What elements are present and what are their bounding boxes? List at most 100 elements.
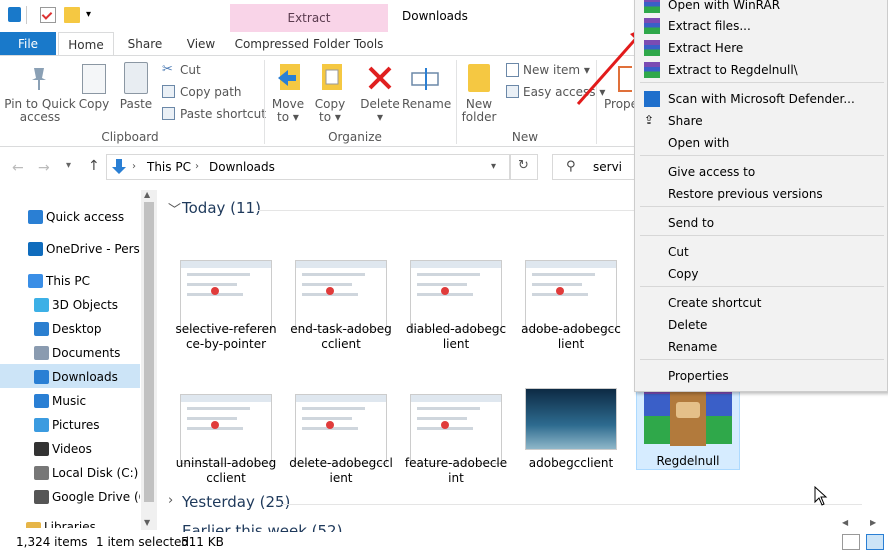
pin-to-quick-access-button[interactable]: Pin to Quick access xyxy=(2,98,78,124)
new-folder-icon[interactable] xyxy=(468,64,490,92)
file-caption[interactable]: feature-adobecle int xyxy=(401,456,511,486)
scissors-icon[interactable]: ✂ xyxy=(162,63,176,77)
file-thumbnail[interactable] xyxy=(525,260,617,330)
breadcrumb-downloads[interactable]: Downloads xyxy=(209,160,275,174)
file-caption-regdelnull[interactable]: Regdelnull xyxy=(633,454,743,469)
group-yesterday[interactable]: Yesterday (25) xyxy=(182,493,290,511)
delete-x-icon[interactable] xyxy=(366,64,394,92)
tab-file[interactable]: File xyxy=(0,32,56,56)
sidebar-item-downloads[interactable]: Downloads xyxy=(0,366,140,388)
rename-button[interactable]: Rename xyxy=(402,98,451,111)
file-thumbnail[interactable] xyxy=(180,260,272,330)
sidebar-item-documents[interactable]: Documents xyxy=(0,342,140,364)
menu-item-copy[interactable]: Copy xyxy=(668,263,698,285)
breadcrumb-chevron-icon[interactable]: › xyxy=(195,161,199,172)
file-caption[interactable]: uninstall-adobeg cclient xyxy=(171,456,281,486)
customize-chevron-icon[interactable]: ▾ xyxy=(86,9,91,20)
new-folder-button[interactable]: New folder xyxy=(458,98,500,124)
down-arrow-icon[interactable] xyxy=(8,7,21,22)
sidebar-item-desktop[interactable]: Desktop xyxy=(0,318,140,340)
search-input[interactable]: servi xyxy=(593,160,622,174)
menu-item-create-shortcut[interactable]: Create shortcut xyxy=(668,292,761,314)
hscroll-right-icon[interactable]: ▶ xyxy=(870,518,876,527)
file-thumbnail[interactable] xyxy=(410,394,502,464)
nav-scroll-thumb[interactable] xyxy=(144,202,154,502)
copy-icon[interactable] xyxy=(82,64,106,94)
forward-arrow-icon[interactable]: → xyxy=(38,160,50,176)
file-thumbnail[interactable] xyxy=(525,388,617,450)
up-arrow-icon[interactable]: ↑ xyxy=(88,158,100,174)
recent-chevron-icon[interactable]: ▾ xyxy=(66,160,71,171)
file-caption[interactable]: adobegcclient xyxy=(516,456,626,471)
properties-check-icon[interactable] xyxy=(40,7,56,23)
sidebar-item-videos[interactable]: Videos xyxy=(0,438,140,460)
menu-item-extract-to[interactable]: Extract to Regdelnull\ xyxy=(668,59,798,81)
winrar-archive-icon[interactable] xyxy=(640,388,736,448)
copy-to-button[interactable]: Copy to ▾ xyxy=(312,98,348,124)
paste-button[interactable]: Paste xyxy=(118,98,154,111)
scroll-down-icon[interactable]: ▼ xyxy=(144,518,150,527)
file-caption[interactable]: delete-adobegccl ient xyxy=(286,456,396,486)
file-thumbnail[interactable] xyxy=(410,260,502,330)
sidebar-item-onedrive[interactable]: OneDrive - Persor xyxy=(0,238,140,260)
pin-icon[interactable] xyxy=(28,64,50,92)
copy-button[interactable]: Copy xyxy=(76,98,112,111)
context-tab-extract[interactable]: Extract xyxy=(230,4,388,32)
file-caption[interactable]: selective-referen ce-by-pointer xyxy=(171,322,281,352)
paste-shortcut-button[interactable]: Paste shortcut xyxy=(180,108,266,121)
group-today[interactable]: Today (11) xyxy=(182,199,261,217)
menu-item-send-to[interactable]: Send to xyxy=(668,212,714,234)
copy-path-icon[interactable] xyxy=(162,85,175,98)
scroll-up-icon[interactable]: ▲ xyxy=(144,190,150,199)
file-caption[interactable]: end-task-adobeg cclient xyxy=(286,322,396,352)
sidebar-item-3d-objects[interactable]: 3D Objects xyxy=(0,294,140,316)
group-collapse-chevron-icon[interactable]: ﹀ xyxy=(168,199,181,218)
details-view-icon[interactable] xyxy=(842,534,860,550)
cut-button[interactable]: Cut xyxy=(180,64,201,77)
copy-to-icon[interactable] xyxy=(318,62,344,94)
tab-compressed-folder-tools[interactable]: Compressed Folder Tools xyxy=(232,32,386,56)
menu-item-extract-here[interactable]: Extract Here xyxy=(668,37,743,59)
menu-item-scan-defender[interactable]: Scan with Microsoft Defender... xyxy=(668,88,855,110)
hscroll-left-icon[interactable]: ◀ xyxy=(842,518,848,527)
menu-item-cut[interactable]: Cut xyxy=(668,241,689,263)
sidebar-item-libraries[interactable]: Libraries xyxy=(0,518,140,528)
file-thumbnail[interactable] xyxy=(295,394,387,464)
tab-home[interactable]: Home xyxy=(58,32,114,56)
group-earlier[interactable]: Earlier this week (52) xyxy=(182,524,342,532)
easy-access-icon[interactable] xyxy=(506,85,519,98)
delete-button[interactable]: Delete ▾ xyxy=(360,98,400,124)
copy-path-button[interactable]: Copy path xyxy=(180,86,242,99)
menu-item-extract-files[interactable]: Extract files... xyxy=(668,15,751,37)
paste-shortcut-icon[interactable] xyxy=(162,107,175,120)
sidebar-item-google-drive[interactable]: Google Drive (G: xyxy=(0,486,140,508)
group-expand-chevron-icon[interactable]: › xyxy=(168,493,173,508)
rename-icon[interactable] xyxy=(410,64,440,92)
tab-view[interactable]: View xyxy=(176,32,226,56)
menu-item-give-access[interactable]: Give access to xyxy=(668,161,755,183)
file-thumbnail[interactable] xyxy=(180,394,272,464)
menu-item-rename[interactable]: Rename xyxy=(668,336,717,358)
menu-item-properties[interactable]: Properties xyxy=(668,365,729,387)
file-caption[interactable]: adobe-adobegcc lient xyxy=(516,322,626,352)
menu-item-share[interactable]: Share xyxy=(668,110,703,132)
menu-item-open-with[interactable]: Open with xyxy=(668,132,729,154)
move-to-button[interactable]: Move to ▾ xyxy=(270,98,306,124)
sidebar-item-quick-access[interactable]: Quick access xyxy=(0,206,140,228)
menu-item-open-with-winrar[interactable]: Open with WinRAR xyxy=(668,0,780,16)
menu-item-delete[interactable]: Delete xyxy=(668,314,707,336)
address-dropdown-icon[interactable]: ▾ xyxy=(491,161,496,172)
tab-share[interactable]: Share xyxy=(120,32,170,56)
move-to-icon[interactable] xyxy=(276,62,302,94)
back-arrow-icon[interactable]: ← xyxy=(12,160,24,176)
large-icons-view-icon[interactable] xyxy=(866,534,884,550)
paste-icon[interactable] xyxy=(124,62,148,94)
file-thumbnail[interactable] xyxy=(295,260,387,330)
file-caption[interactable]: diabled-adobegc lient xyxy=(401,322,511,352)
sidebar-item-local-disk[interactable]: Local Disk (C:) xyxy=(0,462,140,484)
new-item-icon[interactable] xyxy=(506,63,519,77)
sidebar-item-pictures[interactable]: Pictures xyxy=(0,414,140,436)
menu-item-restore-versions[interactable]: Restore previous versions xyxy=(668,183,823,205)
breadcrumb-chevron-icon[interactable]: › xyxy=(132,161,136,172)
sidebar-item-this-pc[interactable]: This PC xyxy=(0,270,140,292)
